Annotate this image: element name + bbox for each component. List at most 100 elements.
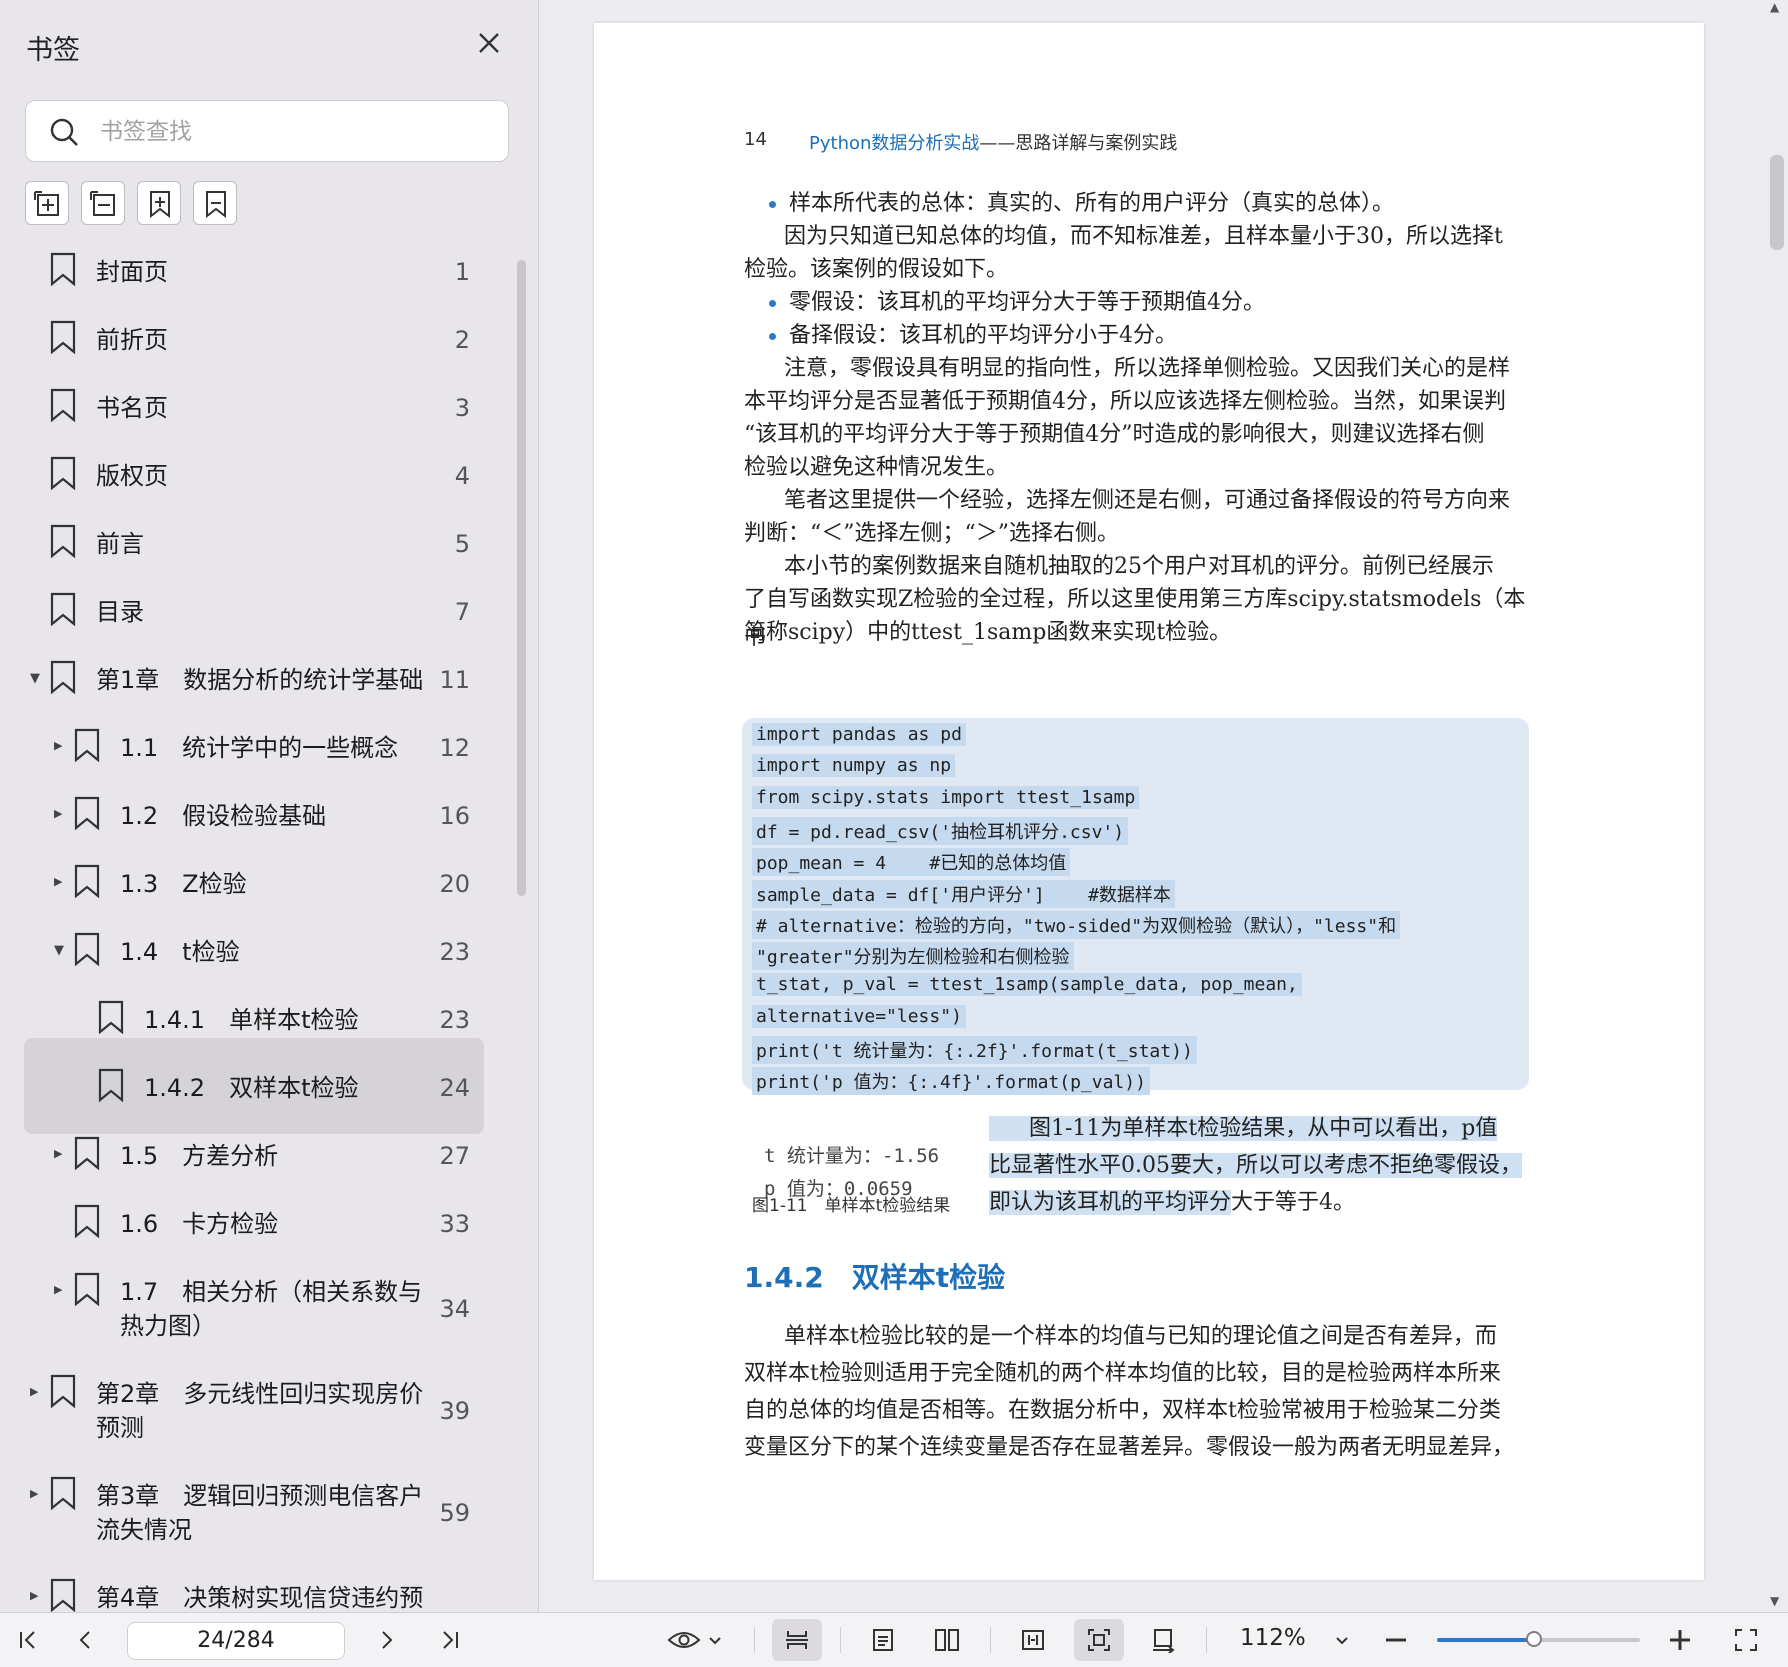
- caret-right-icon[interactable]: ▶: [30, 1487, 42, 1501]
- add-bookmark-button[interactable]: [137, 181, 181, 225]
- bookmark-icon: [72, 1203, 102, 1243]
- first-page-button[interactable]: [8, 1613, 48, 1667]
- expand-all-button[interactable]: [25, 181, 69, 225]
- zoom-slider-handle[interactable]: [1526, 1631, 1543, 1647]
- code-line: df = pd.read_csv('抽检耳机评分.csv'): [752, 816, 1129, 845]
- two-page-icon: [935, 1629, 959, 1651]
- bookmark-icon: [72, 1135, 102, 1175]
- bookmark-page-number: 34: [439, 1295, 470, 1323]
- eye-mode-dropdown[interactable]: [660, 1613, 730, 1667]
- collapse-all-button[interactable]: [81, 181, 125, 225]
- expand-all-icon: [34, 191, 59, 216]
- bookmark-icon: [48, 251, 78, 291]
- bookmark-icon: [96, 999, 126, 1039]
- continuous-scroll-button[interactable]: [772, 1619, 822, 1661]
- caret-right-icon[interactable]: ▶: [54, 1147, 66, 1161]
- fit-width-button[interactable]: [1008, 1613, 1058, 1667]
- bookmark-label: 1.1 统计学中的一些概念: [120, 734, 399, 762]
- fullscreen-button[interactable]: [1726, 1613, 1766, 1667]
- document-page: 14 Python数据分析实战——思路详解与案例实践 样本所代表的总体：真实的、…: [594, 23, 1704, 1580]
- bookmark-options-button[interactable]: [193, 181, 237, 225]
- zoom-slider[interactable]: [1437, 1631, 1640, 1647]
- bookmark-icon: [72, 863, 102, 903]
- bookmark-sidebar: 书签 封面页 1 前折页 2 书名页 3 版权页 4 前言 5 目录 7 ▼ 第1章 数据分析的统计学基础…: [0, 0, 539, 1612]
- bookmark-label: 1.4.2 双样本t检验: [144, 1074, 359, 1102]
- caret-right-icon[interactable]: ▶: [30, 1589, 42, 1603]
- code-line: pop_mean = 4 #已知的总体均值: [752, 848, 1071, 877]
- code-line: from scipy.stats import ttest_1samp: [752, 785, 1140, 809]
- zoom-out-button[interactable]: [1376, 1613, 1416, 1667]
- zoom-in-button[interactable]: [1660, 1613, 1700, 1667]
- bookmark-search-input[interactable]: [98, 111, 492, 153]
- bookmark-label: 第3章 逻辑回归预测电信客户 流失情况: [96, 1482, 424, 1544]
- fit-page-button[interactable]: [1074, 1619, 1124, 1661]
- code-line: import pandas as pd: [752, 723, 966, 746]
- zoom-level[interactable]: 112%: [1240, 1625, 1306, 1651]
- bookmark-page-number: 20: [439, 870, 470, 898]
- page-number: 14: [744, 129, 767, 150]
- bookmark-icon: [48, 319, 78, 359]
- close-icon[interactable]: [474, 28, 504, 58]
- bookmark-icon: [72, 1271, 102, 1311]
- caret-right-icon[interactable]: ▶: [54, 1283, 66, 1297]
- bookmark-icon: [48, 523, 78, 563]
- add-bookmark-icon: [150, 191, 170, 219]
- bookmark-icon: [72, 727, 102, 767]
- code-line: print('t 统计量为：{:.2f}'.format(t_stat)): [752, 1036, 1197, 1064]
- caret-right-icon[interactable]: ▶: [30, 1385, 42, 1399]
- code-block: import pandas as pd import numpy as np fro…: [742, 718, 1529, 1096]
- caret-right-icon[interactable]: ▶: [54, 875, 66, 889]
- bookmark-icon: [72, 795, 102, 835]
- paragraph-line: 变量区分下的某个连续变量是否存在显著差异。零假设一般为两者无明显差异，: [744, 1435, 1515, 1460]
- figure-caption: 图1-11 单样本t检验结果: [752, 1196, 951, 1216]
- rotate-page-button[interactable]: [1138, 1613, 1188, 1667]
- two-page-button[interactable]: [922, 1613, 972, 1667]
- bookmark-page-number: 1: [454, 258, 470, 286]
- fullscreen-icon: [1735, 1629, 1757, 1651]
- bookmark-page-number: 24: [439, 1074, 470, 1102]
- last-page-button[interactable]: [430, 1613, 470, 1667]
- bottom-toolbar: 24/284 112%: [0, 1612, 1788, 1667]
- bookmark-page-number: 39: [439, 1397, 470, 1425]
- caret-down-icon[interactable]: ▼: [30, 671, 42, 686]
- zoom-dropdown-button[interactable]: [1328, 1613, 1356, 1667]
- next-page-button[interactable]: [366, 1613, 406, 1667]
- figure-text-line: 图1-11为单样本t检验结果，从中可以看出，p值: [989, 1116, 1498, 1141]
- bookmark-icon: [96, 1067, 126, 1107]
- scroll-down-icon[interactable]: ▼: [1770, 1594, 1779, 1608]
- caret-down-icon[interactable]: ▼: [54, 943, 66, 958]
- chevron-down-icon: [1336, 1637, 1348, 1645]
- bookmark-search-box[interactable]: [25, 100, 509, 162]
- sidebar-scrollbar[interactable]: [517, 260, 526, 896]
- viewer-scrollbar[interactable]: [1770, 155, 1784, 250]
- caret-right-icon[interactable]: ▶: [54, 739, 66, 753]
- bookmark-label: 前言: [96, 530, 144, 558]
- eye-icon: [667, 1632, 701, 1648]
- fit-width-icon: [1022, 1630, 1044, 1650]
- chevron-down-icon: [709, 1637, 721, 1645]
- code-line: sample_data = df['用户评分'] #数据样本: [752, 879, 1175, 908]
- bookmark-label: 1.5 方差分析: [120, 1142, 279, 1170]
- last-page-icon: [443, 1631, 458, 1649]
- running-title-book: Python数据分析实战: [809, 133, 980, 154]
- bookmark-icon: [72, 931, 102, 971]
- code-line: import numpy as np: [752, 754, 956, 778]
- bookmark-page-number: 3: [454, 394, 470, 422]
- page-number-input[interactable]: 24/284: [127, 1622, 345, 1660]
- code-line: t_stat, p_val = ttest_1samp(sample_data,…: [752, 973, 1302, 997]
- single-page-button[interactable]: [858, 1613, 908, 1667]
- scroll-up-icon[interactable]: ▲: [1770, 0, 1779, 14]
- bookmark-label: 1.7 相关分析（相关系数与 热力图）: [120, 1278, 423, 1340]
- continuous-page-icon: [786, 1631, 808, 1649]
- bookmark-label: 封面页: [96, 258, 168, 286]
- collapse-all-icon: [90, 191, 115, 216]
- paragraph-line: 双样本t检验则适用于完全随机的两个样本均值的比较，目的是检验两样本所来: [744, 1361, 1501, 1386]
- bookmark-icon: [48, 455, 78, 495]
- bookmark-label: 目录: [96, 598, 144, 626]
- code-line: alternative="less"): [752, 1004, 966, 1028]
- bookmark-label: 第4章 决策树实现信贷违约预: [96, 1584, 424, 1612]
- previous-page-button[interactable]: [66, 1613, 106, 1667]
- single-page-icon: [873, 1629, 893, 1651]
- bookmark-page-number: 4: [454, 462, 470, 490]
- caret-right-icon[interactable]: ▶: [54, 807, 66, 821]
